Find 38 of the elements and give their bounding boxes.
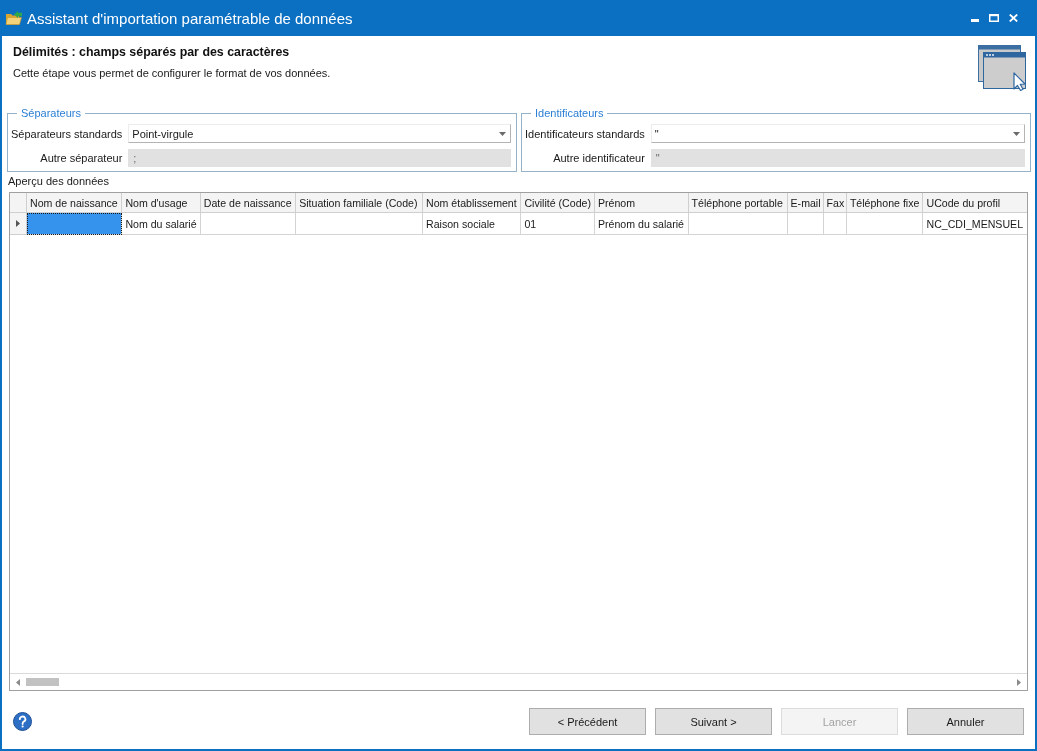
- column-header[interactable]: Nom d'usage: [121, 193, 201, 213]
- maximize-icon[interactable]: [989, 14, 999, 22]
- dropdown[interactable]: Point-virgule: [128, 124, 511, 143]
- right-arrow-icon[interactable]: [1017, 678, 1021, 686]
- help-icon[interactable]: [13, 712, 32, 731]
- section-label: Aperçu des données: [8, 175, 109, 188]
- field-label: Autre séparateur: [39, 152, 123, 164]
- column-header[interactable]: Date de naissance: [200, 193, 296, 213]
- group-title: Séparateurs: [20, 107, 82, 120]
- row-pointer-icon: [16, 220, 20, 227]
- field-label: Identificateurs standards: [525, 127, 645, 140]
- column-header[interactable]: Nom établissement: [422, 193, 521, 213]
- group-title: Identificateurs: [534, 107, 605, 120]
- folder-arrow-icon: [5, 10, 23, 26]
- step-title: Délimités : champs séparés par des caractères: [13, 45, 290, 60]
- field-label: Séparateurs standards: [11, 127, 123, 140]
- wizard-button[interactable]: Suivant >: [655, 708, 772, 735]
- column-header[interactable]: Fax: [823, 193, 847, 213]
- window-title: Assistant d'importation paramétrable de données: [27, 9, 354, 27]
- column-header[interactable]: Nom de naissance: [26, 193, 122, 213]
- dropdown[interactable]: ": [650, 124, 1025, 143]
- left-arrow-icon[interactable]: [16, 678, 20, 686]
- column-header[interactable]: Civilité (Code): [520, 193, 595, 213]
- column-header[interactable]: Téléphone fixe: [846, 193, 923, 213]
- field-label: Autre identificateur: [552, 152, 645, 164]
- close-icon[interactable]: [1009, 14, 1018, 22]
- column-header[interactable]: UCode du profil: [923, 193, 1027, 213]
- wizard-button[interactable]: Annuler: [907, 708, 1024, 735]
- column-header[interactable]: Situation familiale (Code): [295, 193, 423, 213]
- scrollbar-thumb[interactable]: [26, 678, 59, 686]
- step-description: Cette étape vous permet de configurer le format de vos données.: [13, 67, 331, 80]
- caret-icon: [499, 131, 506, 136]
- column-header[interactable]: E-mail: [787, 193, 824, 213]
- wizard-button[interactable]: < Précédent: [529, 708, 646, 735]
- caret-icon: [1013, 131, 1020, 136]
- column-header[interactable]: Téléphone portable: [688, 193, 788, 213]
- column-header[interactable]: Prénom: [594, 193, 689, 213]
- row-header[interactable]: [10, 212, 27, 235]
